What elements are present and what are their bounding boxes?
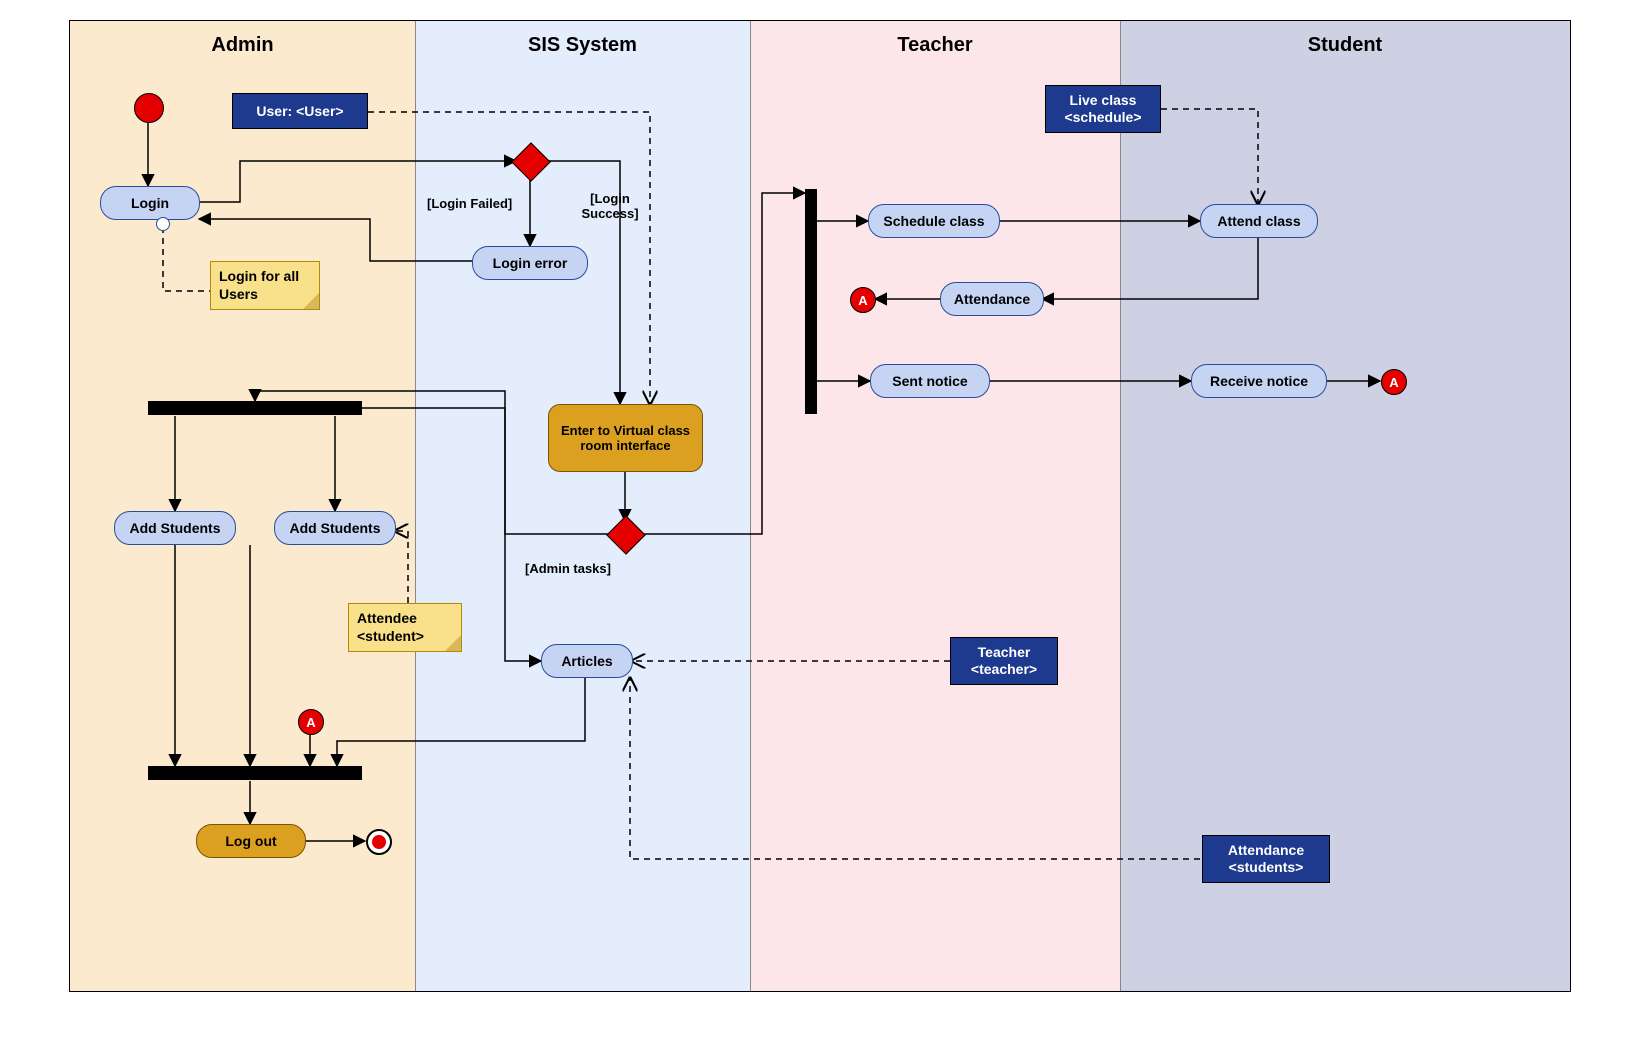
activity-diagram: Admin SIS System Teacher Student <box>69 20 1571 992</box>
object-teacher: Teacher <teacher> <box>950 637 1058 685</box>
final-node <box>366 829 392 855</box>
lane-sep <box>750 21 751 991</box>
pin-login <box>156 217 170 231</box>
guard-admin-tasks: [Admin tasks] <box>525 561 611 576</box>
fork-admin <box>148 401 362 415</box>
connector-a-student: A <box>1381 369 1407 395</box>
lane-header-admin: Admin <box>70 21 415 69</box>
object-live-class: Live class <schedule> <box>1045 85 1161 133</box>
activity-login: Login <box>100 186 200 220</box>
activity-attendance: Attendance <box>940 282 1044 316</box>
lane-header-student: Student <box>1120 21 1570 69</box>
activity-vclass: Enter to Virtual class room interface <box>548 404 703 472</box>
lane-sis <box>415 21 750 991</box>
activity-add-students-1: Add Students <box>114 511 236 545</box>
activity-receive-notice: Receive notice <box>1191 364 1327 398</box>
object-user: User: <User> <box>232 93 368 129</box>
connector-a-teacher: A <box>850 287 876 313</box>
lane-header-sis: SIS System <box>415 21 750 69</box>
object-attendance-students: Attendance <students> <box>1202 835 1330 883</box>
lane-header-teacher: Teacher <box>750 21 1120 69</box>
note-attendee: Attendee <student> <box>348 603 462 652</box>
fork-teacher <box>805 189 817 414</box>
activity-attend-class: Attend class <box>1200 204 1318 238</box>
activity-logout: Log out <box>196 824 306 858</box>
activity-login-error: Login error <box>472 246 588 280</box>
activity-sent-notice: Sent notice <box>870 364 990 398</box>
guard-login-failed: [Login Failed] <box>427 196 512 211</box>
activity-schedule-class: Schedule class <box>868 204 1000 238</box>
activity-add-students-2: Add Students <box>274 511 396 545</box>
lane-student <box>1120 21 1570 991</box>
guard-login-success: [Login Success] <box>570 191 650 221</box>
lane-sep <box>415 21 416 991</box>
connector-a-admin: A <box>298 709 324 735</box>
join-admin <box>148 766 362 780</box>
initial-node <box>134 93 164 123</box>
lane-teacher <box>750 21 1120 991</box>
note-login-all: Login for all Users <box>210 261 320 310</box>
activity-articles: Articles <box>541 644 633 678</box>
lane-sep <box>1120 21 1121 991</box>
